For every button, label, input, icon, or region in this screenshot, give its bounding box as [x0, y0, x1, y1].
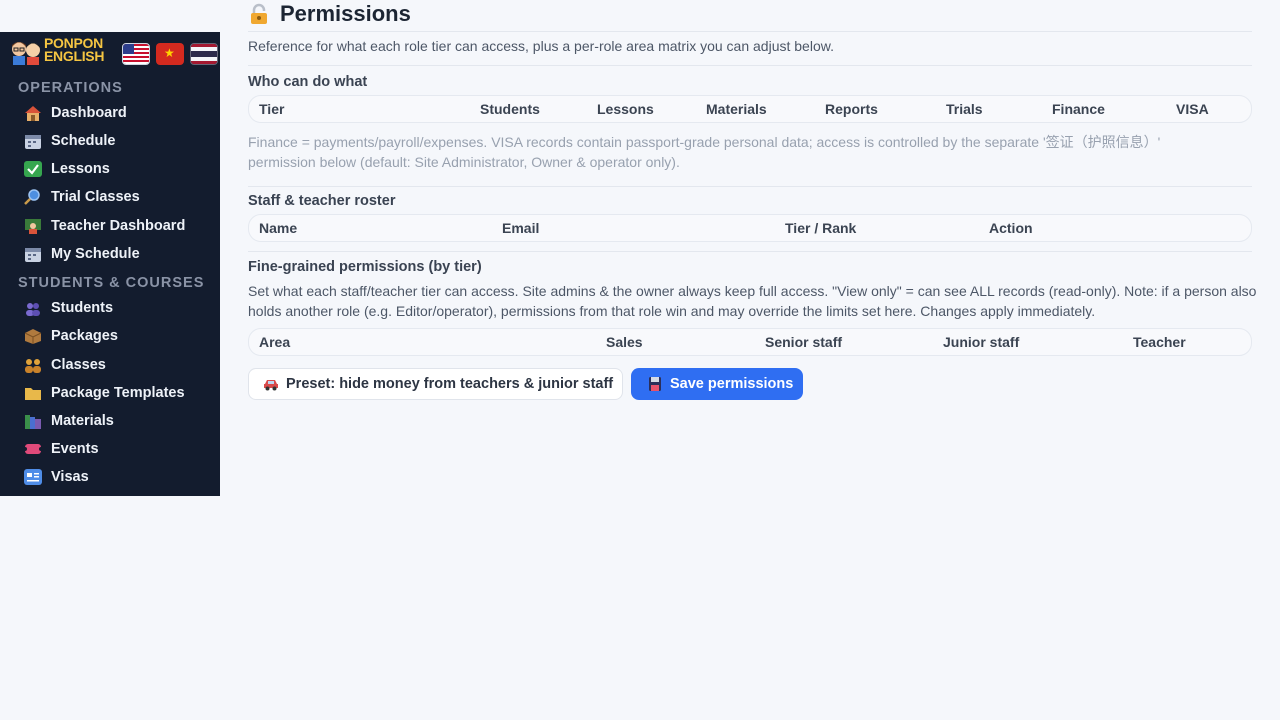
column-header: Name — [259, 220, 298, 236]
calendar-icon — [24, 246, 42, 262]
sidebar-item-events[interactable]: Events — [23, 438, 99, 460]
divider — [248, 186, 1252, 187]
passport-icon — [24, 469, 42, 485]
sidebar-item-trial-classes[interactable]: Trial Classes — [24, 186, 140, 208]
save-button-label: Save permissions — [670, 376, 794, 392]
logo-wordmark: PONPON ENGLISH — [44, 35, 105, 64]
section-operations: OPERATIONS — [18, 80, 123, 96]
section-heading-fine-grained: Fine-grained permissions (by tier) — [248, 259, 482, 275]
column-header: Action — [989, 220, 1033, 236]
column-header: Senior staff — [765, 334, 843, 350]
sidebar-item-label: Packages — [51, 328, 118, 344]
logo-mascots-icon — [10, 39, 42, 65]
column-header: Lessons — [597, 101, 654, 117]
sidebar-item-label: Trial Classes — [51, 189, 140, 205]
car-icon — [263, 377, 279, 391]
thailand-flag-icon[interactable] — [190, 43, 218, 65]
sidebar-item-label: Visas — [51, 469, 89, 485]
teacher-icon — [24, 218, 42, 234]
page-intro: Reference for what each role tier can ac… — [248, 38, 834, 54]
group-icon — [24, 357, 42, 373]
books-icon — [24, 413, 42, 429]
save-permissions-button[interactable]: Save permissions — [631, 368, 803, 400]
column-header: Tier / Rank — [785, 220, 857, 236]
house-icon — [24, 105, 42, 121]
access-note: Finance = payments/payroll/expenses. VIS… — [248, 134, 1161, 170]
sidebar-item-dashboard[interactable]: Dashboard — [24, 102, 127, 124]
access-table-header: Tier Students Lessons Materials Reports … — [248, 95, 1252, 123]
sidebar-item-my-schedule[interactable]: My Schedule — [24, 243, 140, 265]
folder-icon — [24, 385, 42, 401]
vietnam-flag-icon[interactable] — [156, 43, 184, 65]
roster-table-header: Name Email Tier / Rank Action — [248, 214, 1252, 242]
sidebar-item-label: Events — [51, 441, 99, 457]
divider — [248, 65, 1252, 66]
column-header: Trials — [946, 101, 983, 117]
lock-icon — [248, 3, 270, 25]
sidebar-item-label: Dashboard — [51, 105, 127, 121]
sidebar-item-materials[interactable]: Materials — [24, 410, 114, 432]
sidebar-item-package-templates[interactable]: Package Templates — [24, 382, 185, 404]
sidebar-item-visas[interactable]: Visas — [24, 466, 89, 488]
fine-grained-description: Set what each staff/teacher tier can acc… — [248, 283, 1257, 319]
package-icon — [24, 328, 42, 344]
column-header: Finance — [1052, 101, 1105, 117]
column-header: Tier — [259, 101, 285, 117]
section-heading-roster: Staff & teacher roster — [248, 193, 396, 209]
calendar-icon — [24, 133, 42, 149]
sidebar-item-teacher-dashboard[interactable]: Teacher Dashboard — [24, 215, 185, 237]
sidebar-item-label: My Schedule — [51, 246, 140, 262]
page-title: Permissions — [248, 0, 411, 28]
sidebar-item-label: Teacher Dashboard — [51, 218, 186, 234]
us-flag-icon[interactable] — [122, 43, 150, 65]
column-header: Email — [502, 220, 540, 236]
column-header: Junior staff — [943, 334, 1020, 350]
column-header: Sales — [606, 334, 643, 350]
column-header: VISA — [1176, 101, 1209, 117]
sidebar-item-schedule[interactable]: Schedule — [24, 130, 115, 152]
column-header: Area — [259, 334, 291, 350]
section-students-courses: STUDENTS & COURSES — [18, 275, 205, 291]
sidebar-item-label: Lessons — [51, 161, 110, 177]
page-title-text: Permissions — [280, 1, 411, 26]
column-header: Students — [480, 101, 540, 117]
sidebar-item-label: Materials — [51, 413, 114, 429]
sidebar-item-label: Students — [51, 300, 114, 316]
column-header: Reports — [825, 101, 878, 117]
fine-grained-table-header: Area Sales Senior staff Junior staff Tea… — [248, 328, 1252, 356]
people-icon — [24, 300, 42, 316]
preset-button-label: Preset: hide money from teachers & junio… — [286, 376, 614, 392]
sidebar-item-label: Package Templates — [51, 385, 185, 401]
sidebar-item-students[interactable]: Students — [24, 297, 113, 319]
divider — [248, 251, 1252, 252]
column-header: Materials — [706, 101, 767, 117]
divider — [248, 31, 1252, 32]
sidebar: PONPON ENGLISH OPERATIONS D — [0, 32, 220, 496]
floppy-disk-icon — [647, 377, 663, 391]
brand: PONPON ENGLISH — [10, 35, 218, 65]
preset-hide-money-button[interactable]: Preset: hide money from teachers & junio… — [248, 368, 623, 400]
sidebar-item-label: Schedule — [51, 133, 116, 149]
checkmark-icon — [24, 161, 42, 177]
magnifier-icon — [24, 189, 42, 205]
sidebar-item-classes[interactable]: Classes — [24, 354, 106, 376]
sidebar-item-packages[interactable]: Packages — [24, 325, 118, 347]
section-heading-who-can: Who can do what — [248, 74, 368, 90]
ticket-icon — [23, 441, 43, 457]
sidebar-item-label: Classes — [51, 357, 106, 373]
sidebar-item-lessons[interactable]: Lessons — [24, 158, 110, 180]
column-header: Teacher — [1133, 334, 1186, 350]
